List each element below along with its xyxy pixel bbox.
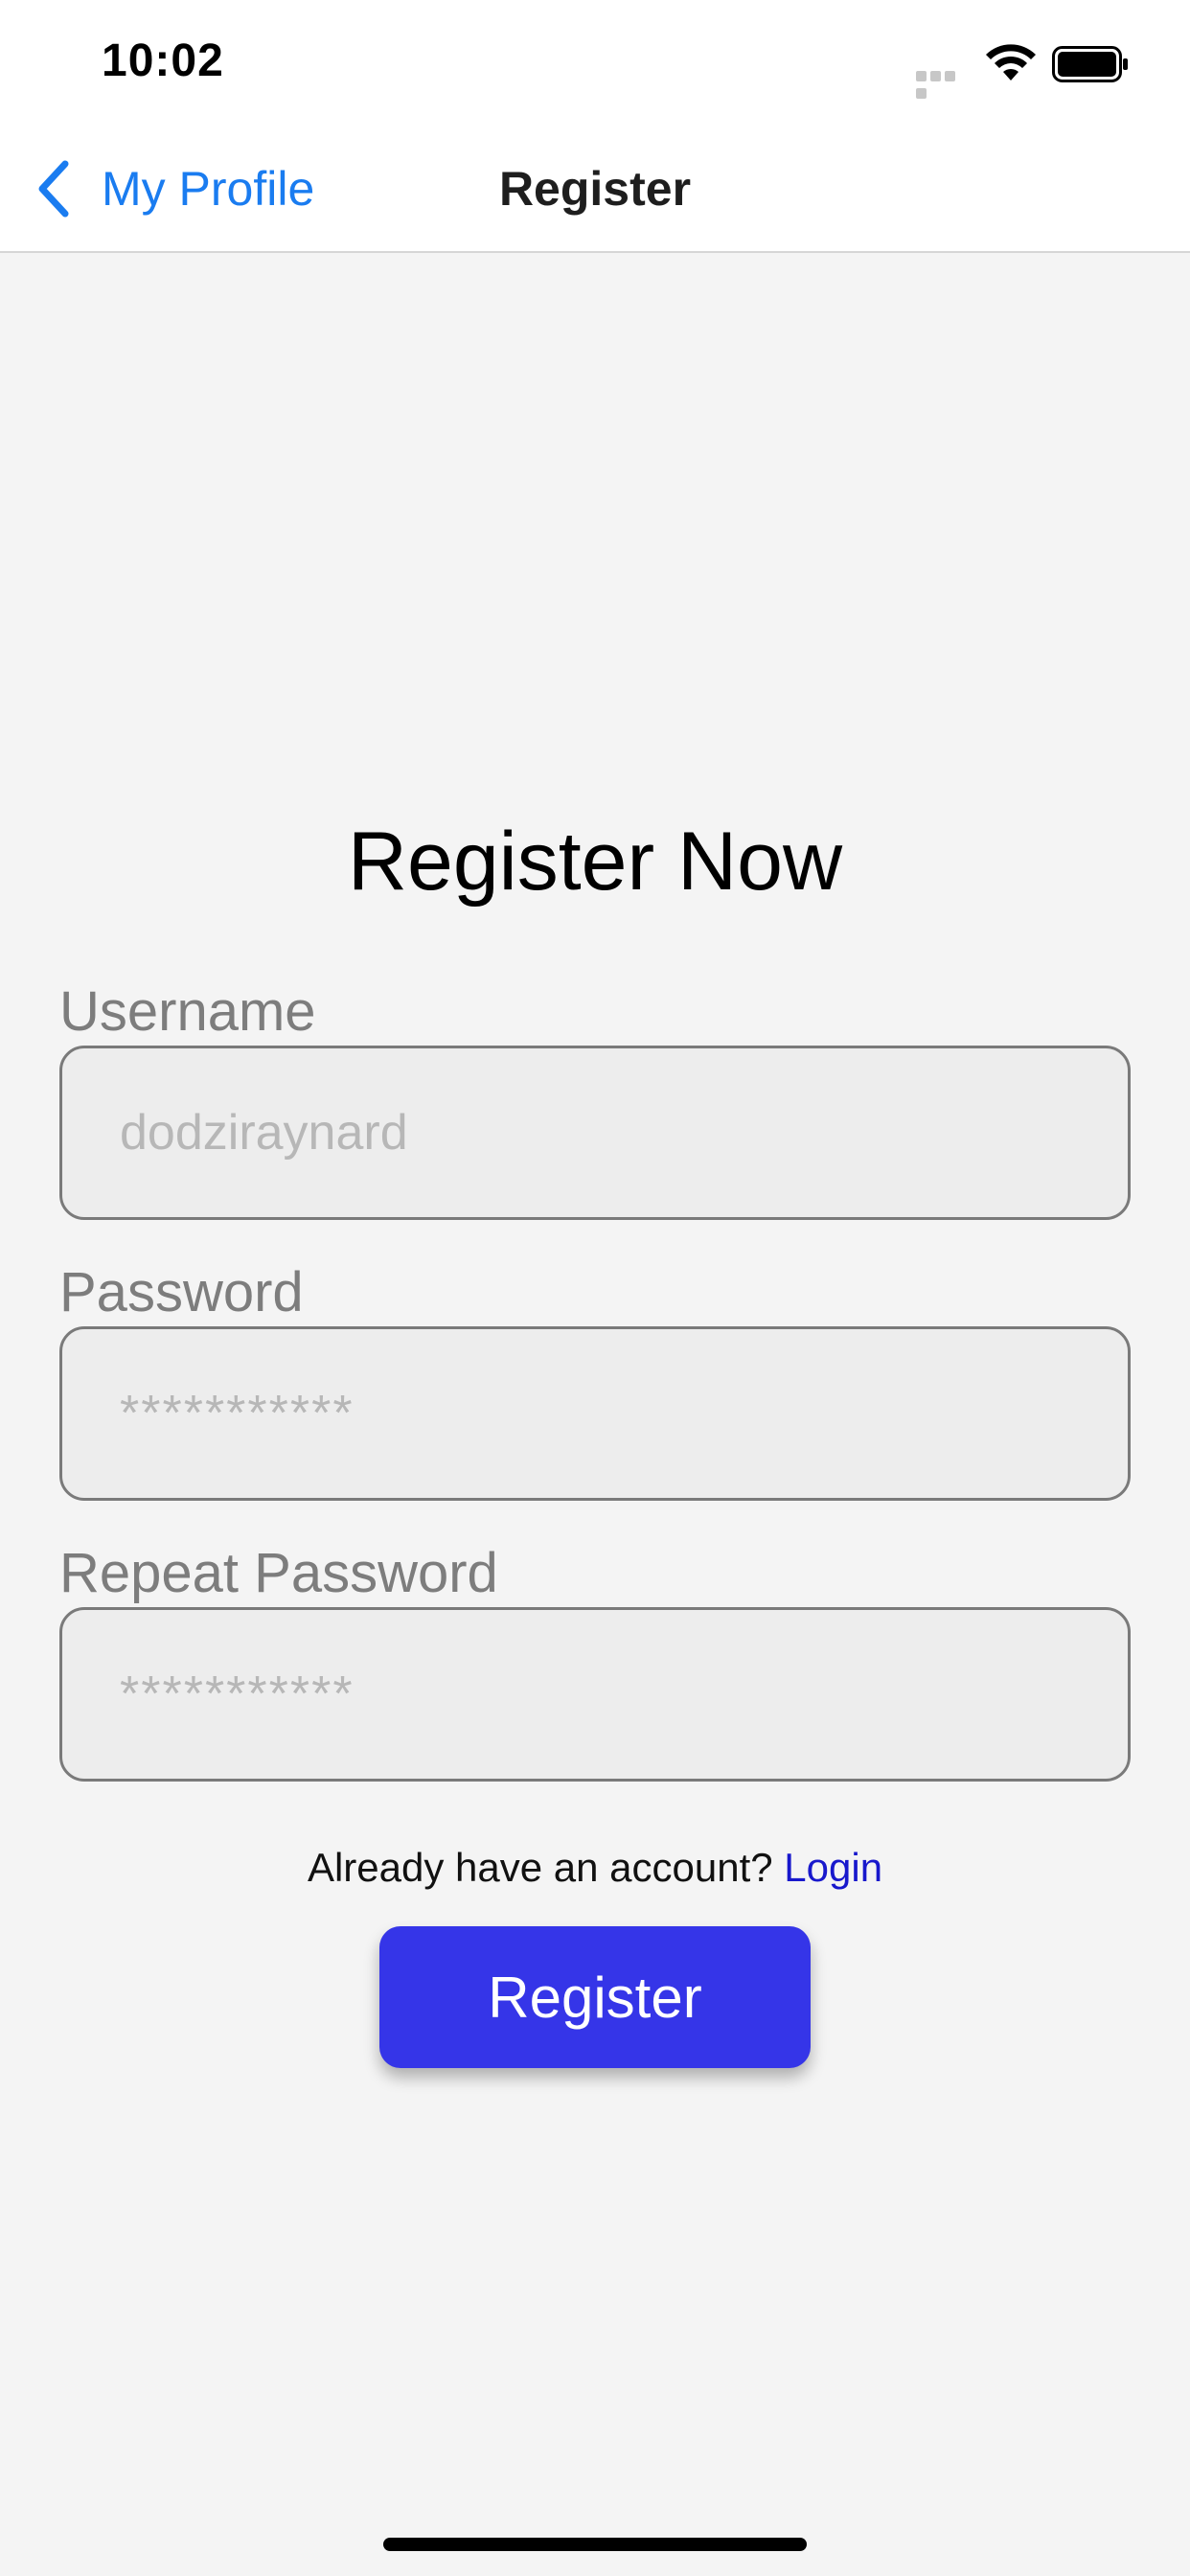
page-heading: Register Now — [347, 816, 843, 908]
wifi-icon — [986, 44, 1036, 80]
login-prompt: Already have an account? Login — [0, 1845, 1190, 1891]
cellular-signal-icon — [916, 69, 972, 99]
login-link[interactable]: Login — [784, 1845, 882, 1890]
repeat-password-label: Repeat Password — [59, 1542, 498, 1604]
login-prompt-text: Already have an account? — [307, 1845, 773, 1890]
username-label: Username — [59, 980, 316, 1043]
username-input[interactable] — [59, 1046, 1131, 1220]
password-input[interactable] — [59, 1326, 1131, 1501]
back-button[interactable]: My Profile — [34, 155, 314, 222]
back-button-label: My Profile — [102, 162, 315, 216]
battery-icon — [1052, 46, 1128, 82]
status-bar: 10:02 — [0, 0, 1190, 126]
register-button[interactable]: Register — [379, 1926, 811, 2068]
password-label: Password — [59, 1261, 304, 1323]
status-time: 10:02 — [102, 35, 224, 86]
repeat-password-input[interactable] — [59, 1607, 1131, 1782]
home-indicator — [383, 2538, 807, 2551]
chevron-left-icon — [38, 160, 69, 218]
navigation-bar: Register My Profile — [0, 126, 1190, 253]
